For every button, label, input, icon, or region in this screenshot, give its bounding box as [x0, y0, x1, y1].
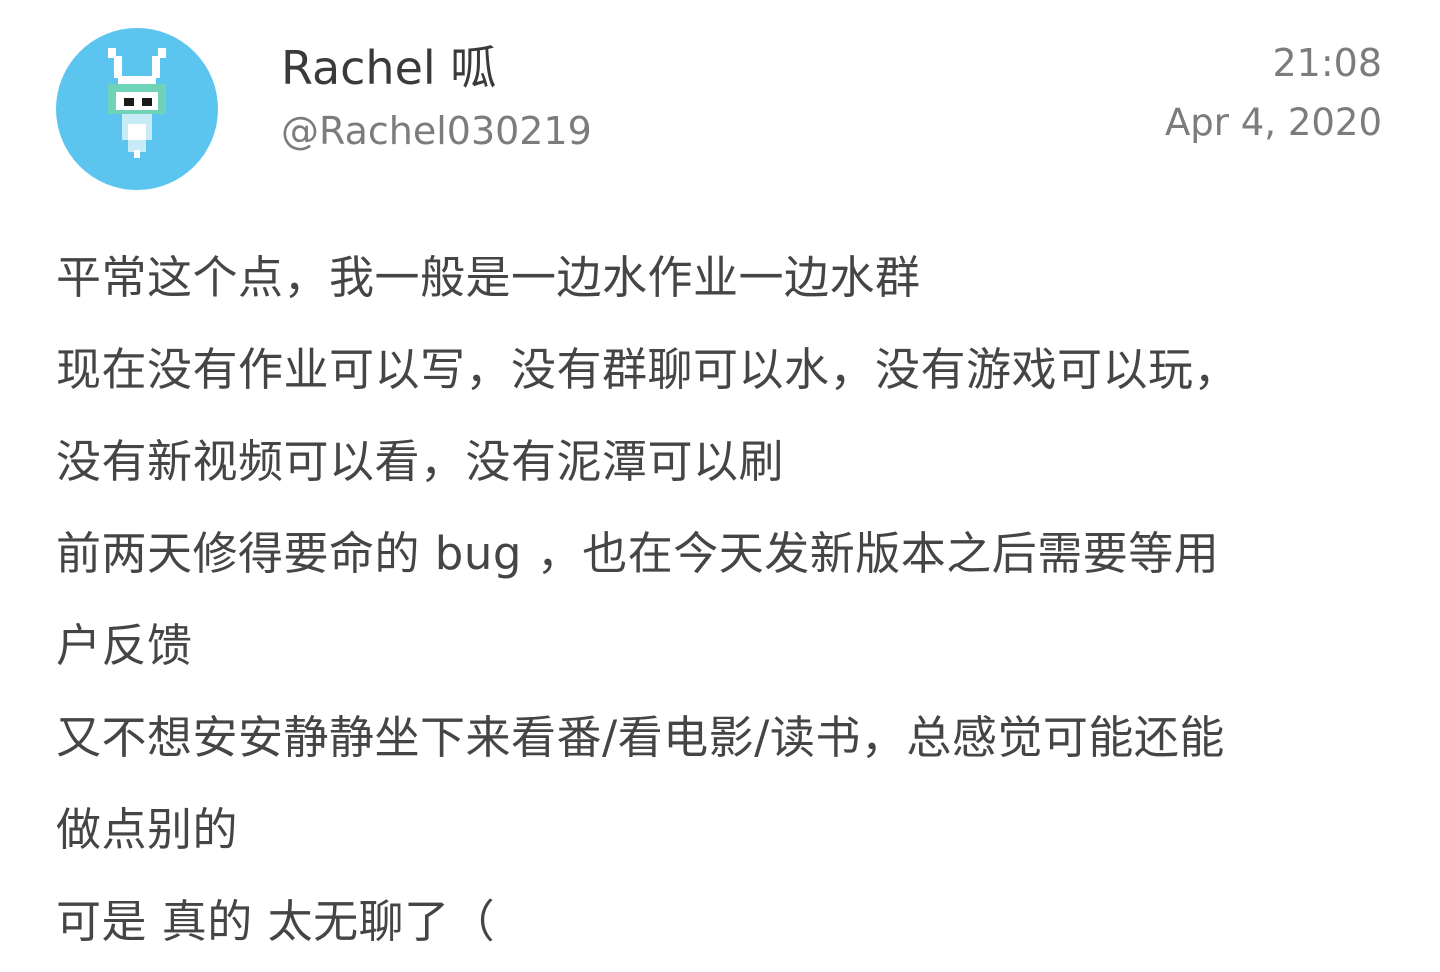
post-line: 又不想安安静静坐下来看番/看电影/读书，总感觉可能还能 — [56, 711, 1225, 764]
post-line: 平常这个点，我一般是一边水作业一边水群 — [56, 251, 921, 304]
avatar[interactable] — [56, 28, 218, 190]
post-line: 户反馈 — [56, 619, 193, 672]
post-line: 现在没有作业可以写，没有群聊可以水，没有游戏可以玩， — [56, 343, 1240, 396]
post-line: 前两天修得要命的 bug ，也在今天发新版本之后需要等用 — [56, 527, 1220, 580]
post-line: 没有新视频可以看，没有泥潭可以刷 — [56, 435, 785, 488]
post-line: 做点别的 — [56, 803, 239, 856]
post-body: 平常这个点，我一般是一边水作业一边水群 现在没有作业可以写，没有群聊可以水，没有… — [56, 232, 1386, 968]
pixel-bunny-icon — [108, 48, 166, 158]
user-handle[interactable]: @Rachel030219 — [281, 108, 592, 154]
post-date: Apr 4, 2020 — [1165, 101, 1382, 144]
post-line: 可是 真的 太无聊了（ — [56, 895, 496, 948]
display-name[interactable]: Rachel 呱 — [281, 40, 496, 96]
post-time: 21:08 — [1272, 41, 1382, 85]
post-card: Rachel 呱 @Rachel030219 21:08 Apr 4, 2020… — [0, 0, 1440, 972]
